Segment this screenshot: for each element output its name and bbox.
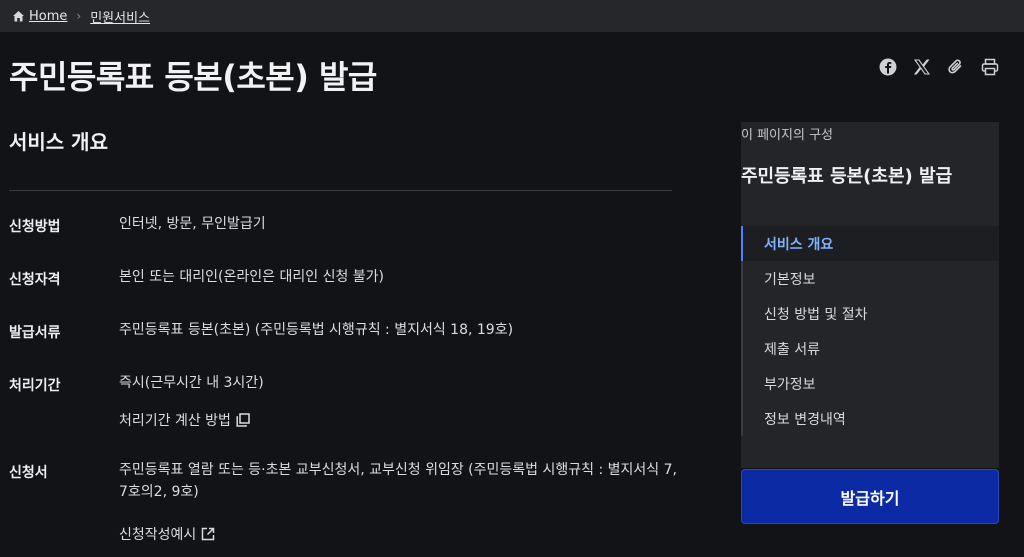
link-label: 처리기간 계산 방법 bbox=[119, 413, 231, 429]
external-link-icon bbox=[202, 527, 215, 541]
section-title: 서비스 개요 bbox=[9, 130, 108, 154]
row-value: 주민등록표 등본(초본) (주민등록법 시행규칙 : 별지서식 18, 19호) bbox=[119, 322, 514, 338]
row-label: 발급서류 bbox=[9, 325, 61, 341]
breadcrumb: Home › 민원서비스 bbox=[0, 0, 1024, 32]
toc-item-method[interactable]: 신청 방법 및 절차 bbox=[743, 296, 999, 331]
chevron-right-icon: › bbox=[76, 9, 82, 23]
home-icon bbox=[12, 10, 25, 23]
print-icon[interactable] bbox=[980, 57, 1000, 77]
toc-item-basic-info[interactable]: 기본정보 bbox=[743, 261, 999, 296]
application-example-link[interactable]: 신청작성예시 bbox=[119, 524, 215, 544]
toc-caption: 이 페이지의 구성 bbox=[741, 128, 833, 143]
toc-item-change-history[interactable]: 정보 변경내역 bbox=[743, 401, 999, 436]
link-icon[interactable] bbox=[946, 57, 966, 77]
page-toc: 이 페이지의 구성 주민등록표 등본(초본) 발급 서비스 개요 기본정보 신청… bbox=[741, 122, 999, 468]
issue-button[interactable]: 발급하기 bbox=[741, 469, 999, 524]
row-value: 본인 또는 대리인(온라인은 대리인 신청 불가) bbox=[119, 269, 385, 285]
row-value: 즉시(근무시간 내 3시간) bbox=[119, 375, 264, 391]
divider bbox=[9, 190, 672, 191]
breadcrumb-current-link[interactable]: 민원서비스 bbox=[90, 7, 150, 26]
toc-list: 서비스 개요 기본정보 신청 방법 및 절차 제출 서류 부가정보 정보 변경내… bbox=[741, 226, 999, 436]
row-value: 인터넷, 방문, 무인발급기 bbox=[119, 216, 266, 232]
breadcrumb-home-link[interactable]: Home bbox=[29, 9, 67, 24]
row-value: 주민등록표 열람 또는 등·초본 교부신청서, 교부신청 위임장 (주민등록법 … bbox=[119, 462, 677, 500]
x-icon[interactable] bbox=[912, 57, 932, 77]
toc-item-documents[interactable]: 제출 서류 bbox=[743, 331, 999, 366]
toc-title: 주민등록표 등본(초본) 발급 bbox=[741, 166, 953, 187]
copy-icon bbox=[236, 413, 250, 427]
processing-time-calc-link[interactable]: 처리기간 계산 방법 bbox=[119, 410, 250, 430]
link-label: 신청작성예시 bbox=[119, 527, 197, 543]
toc-item-overview[interactable]: 서비스 개요 bbox=[741, 226, 999, 261]
share-toolbar bbox=[878, 57, 1000, 77]
row-label: 처리기간 bbox=[9, 378, 61, 394]
page-title: 주민등록표 등본(초본) 발급 bbox=[9, 58, 377, 96]
row-label: 신청방법 bbox=[9, 219, 61, 235]
row-label: 신청서 bbox=[9, 465, 48, 481]
row-label: 신청자격 bbox=[9, 272, 61, 288]
toc-item-extra-info[interactable]: 부가정보 bbox=[743, 366, 999, 401]
facebook-icon[interactable] bbox=[878, 57, 898, 77]
